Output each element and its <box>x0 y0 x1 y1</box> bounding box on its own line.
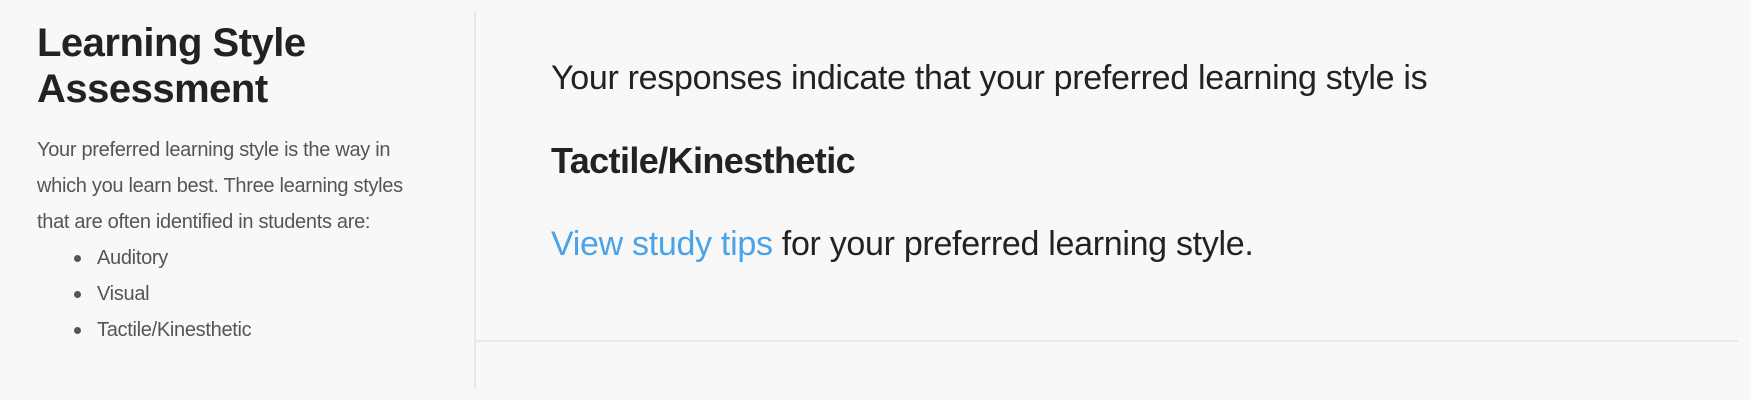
list-item-visual: Visual <box>74 276 474 312</box>
sidebar-title-line2: Assessment <box>37 67 268 111</box>
result-learning-style: Tactile/Kinesthetic <box>551 140 856 181</box>
sidebar-description: Your preferred learning style is the way… <box>37 139 403 233</box>
horizontal-divider <box>476 340 1738 342</box>
sidebar: Learning Style Assessment Your preferred… <box>0 0 474 400</box>
list-item-tactile-kinesthetic: Tactile/Kinesthetic <box>74 312 474 348</box>
view-study-tips-link[interactable]: View study tips <box>551 225 773 263</box>
list-item-label: Tactile/Kinesthetic <box>97 319 252 341</box>
sidebar-title: Learning Style Assessment <box>37 20 474 112</box>
learning-style-page: Learning Style Assessment Your preferred… <box>0 0 1751 400</box>
bullet-icon <box>74 255 81 262</box>
list-item-auditory: Auditory <box>74 240 474 276</box>
study-tips-line: View study tips for your preferred learn… <box>551 220 1254 268</box>
vertical-divider <box>474 11 476 389</box>
learning-styles-list: Auditory Visual Tactile/Kinesthetic <box>37 240 474 348</box>
bullet-icon <box>74 291 81 298</box>
sidebar-title-line1: Learning Style <box>37 21 306 65</box>
list-item-label: Visual <box>97 283 150 305</box>
study-tips-suffix: for your preferred learning style. <box>772 225 1254 263</box>
list-item-label: Auditory <box>97 247 168 269</box>
result-intro-text: Your responses indicate that your prefer… <box>551 59 1428 97</box>
bullet-icon <box>74 327 81 334</box>
